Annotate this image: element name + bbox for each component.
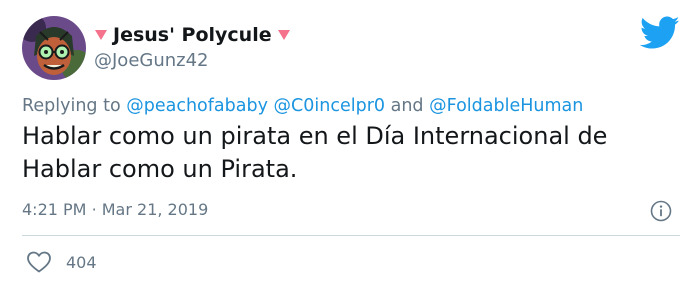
avatar-illustration [22, 16, 86, 80]
replying-to-line: Replying to @peachofababy @C0incelpr0 an… [22, 96, 583, 116]
user-handle[interactable]: @JoeGunz42 [94, 50, 209, 71]
avatar[interactable] [22, 16, 86, 80]
divider [22, 235, 680, 236]
heart-outline-icon[interactable] [26, 250, 52, 274]
pink-heart-icon [95, 30, 107, 40]
display-name[interactable]: Jesus' Polycule [94, 24, 291, 46]
tweet-timestamp[interactable]: 4:21 PM · Mar 21, 2019 [22, 200, 208, 219]
replying-joiner: and [390, 96, 424, 116]
info-icon[interactable] [649, 199, 673, 223]
tweet-card: Jesus' Polycule @JoeGunz42 Replying to @… [0, 0, 700, 288]
mention-link[interactable]: @peachofababy [126, 96, 268, 116]
tweet-date: Mar 21, 2019 [101, 200, 209, 219]
twitter-bird-icon[interactable] [640, 16, 680, 50]
timestamp-separator: · [91, 200, 97, 219]
pink-heart-icon [277, 30, 290, 40]
like-action[interactable]: 404 [26, 250, 97, 274]
tweet-text: Hablar como un pirata en el Día Internac… [22, 122, 608, 183]
mention-link[interactable]: @FoldableHuman [429, 96, 583, 116]
like-count: 404 [66, 252, 97, 272]
tweet-time: 4:21 PM [22, 200, 87, 219]
mention-link[interactable]: @C0incelpr0 [274, 96, 386, 116]
replying-prefix: Replying to [22, 96, 121, 116]
display-name-text: Jesus' Polycule [113, 24, 272, 46]
